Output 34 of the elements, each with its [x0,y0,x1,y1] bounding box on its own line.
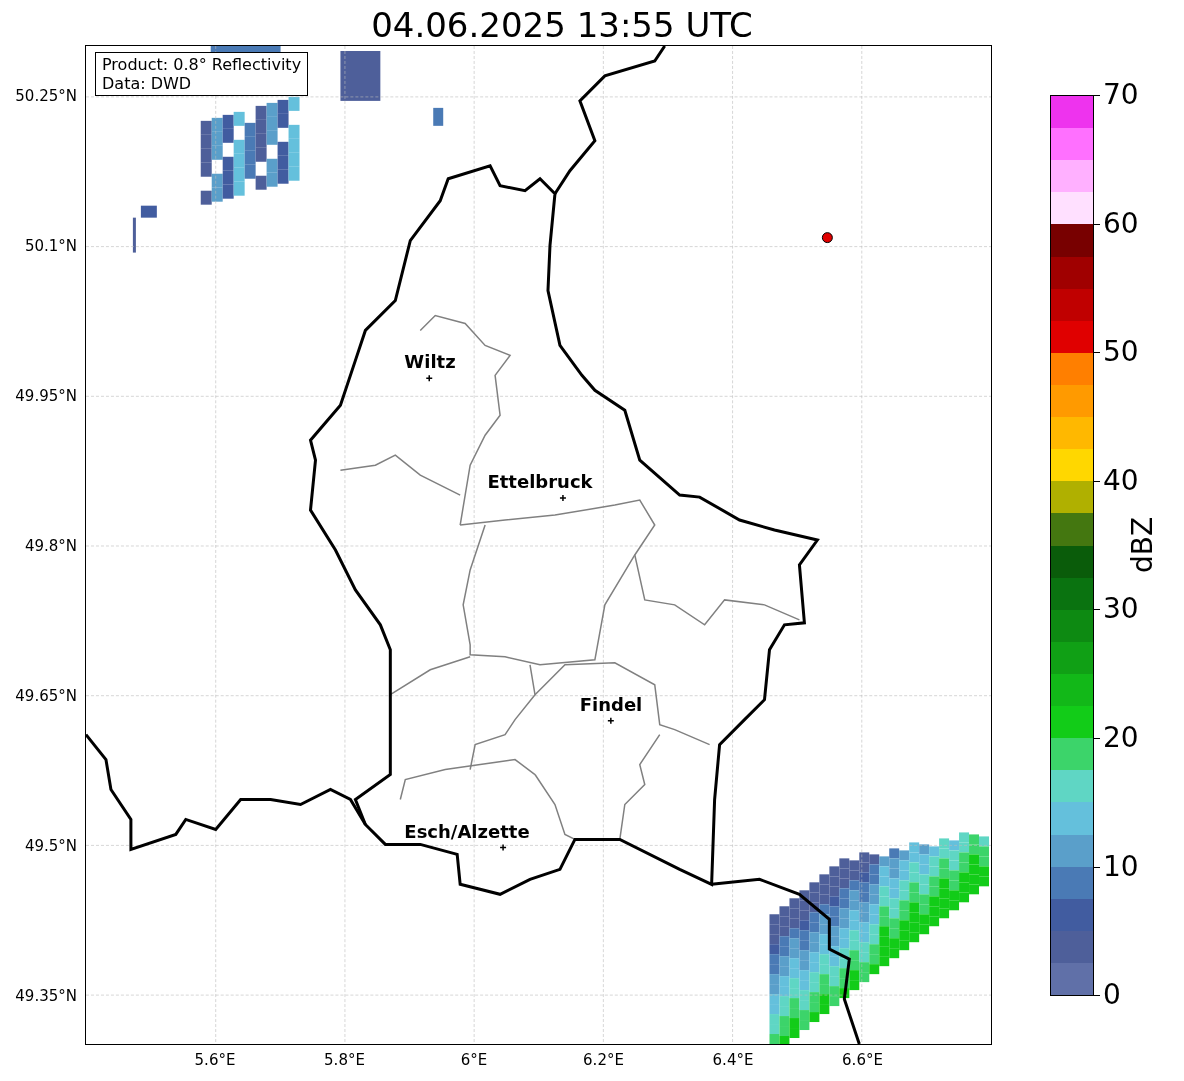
scale-tick-label: 30 [1103,595,1139,624]
longitude-label: 6.6°E [842,1051,883,1069]
cross-marker-icon [499,843,507,852]
city-label: Ettelbruck [487,471,593,492]
latitude-label: 50.25°N [15,87,77,105]
latitude-label: 49.95°N [15,387,77,405]
longitude-label: 6°E [460,1051,488,1069]
longitude-label: 5.6°E [194,1051,236,1069]
scale-tick-label: 10 [1103,852,1139,881]
city-label: Esch/Alzette [404,821,530,842]
scale-tick-label: 60 [1103,209,1139,238]
cross-marker-icon [425,374,433,383]
longitude-label: 6.4°E [712,1051,754,1069]
scale-tick-label: 40 [1103,466,1139,495]
longitude-label: 5.8°E [324,1051,365,1069]
city-label: Findel [579,694,643,715]
legend-text: Product: 0.8° Reflectivity [102,55,302,74]
longitude-label: 6.2°E [583,1051,624,1069]
scale-tick-label: 0 [1103,981,1121,1010]
latitude-label: 49.65°N [15,687,77,705]
cross-marker-icon [607,716,615,725]
city-label: Wiltz [404,351,456,372]
latitude-label: 49.5°N [24,837,77,855]
latitude-label: 50.1°N [24,237,77,255]
unit-label: dBZ [1125,516,1159,574]
scale-tick-label: 70 [1103,81,1139,109]
scale-tick-label: 20 [1103,724,1139,752]
station-marker-icon [821,232,833,244]
cross-marker-icon [559,494,567,502]
legend-text: Data: DWD [102,74,193,93]
latitude-label: 49.35°N [15,987,77,1005]
chart-title: 04.06.2025 13:55 UTC [371,5,753,45]
scale-tick-label: 50 [1103,338,1139,367]
latitude-label: 49.8°N [24,537,77,555]
